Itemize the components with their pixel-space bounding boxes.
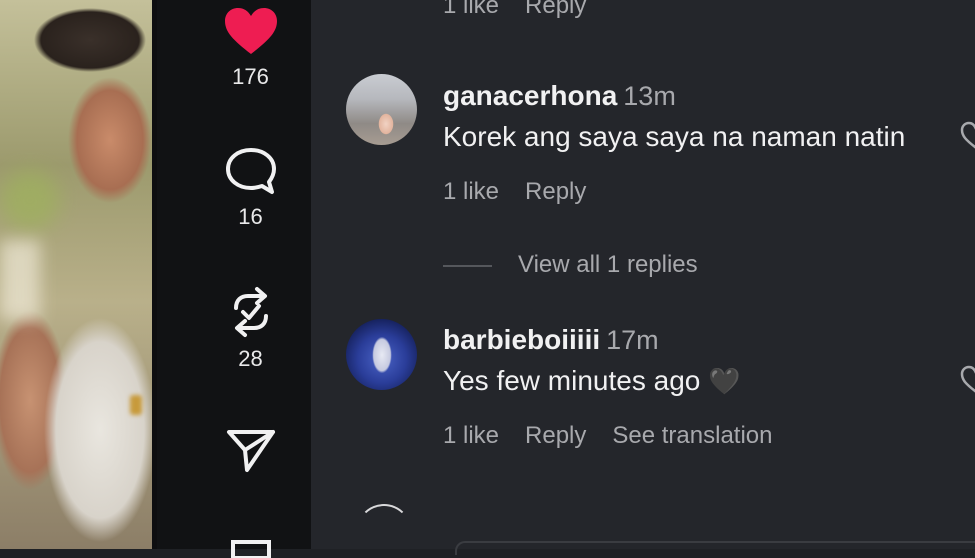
reply-button[interactable]: Reply [525,422,586,449]
repost-icon[interactable] [226,286,276,338]
comment-username[interactable]: ganacerhona 13m [443,80,676,112]
action-rail: 176 16 28 [157,0,311,558]
divider-line [443,264,492,267]
comment-time: 13m [623,81,676,111]
comment-meta: 1 like Reply [443,0,612,20]
heart-outline-icon[interactable] [960,365,975,395]
comment-text: Korek ang saya saya na naman natin [443,121,906,152]
heart-icon[interactable] [223,6,279,56]
bookmark-icon[interactable] [229,538,273,558]
comment-meta: 1 like Reply [443,178,612,206]
comment-like-count[interactable]: 1 like [443,178,499,205]
reply-button[interactable]: Reply [525,0,586,19]
comment-text: Yes few minutes ago 🖤 [443,365,741,397]
comment-like-count[interactable]: 1 like [443,422,499,449]
reply-button[interactable]: Reply [525,178,586,205]
heart-outline-icon[interactable] [960,121,975,151]
comment-input-bar[interactable] [455,541,975,555]
comment-time: 17m [606,325,659,355]
share-icon[interactable] [225,426,277,474]
video-background-blur [0,170,60,230]
video-background-blur [0,240,40,320]
avatar[interactable] [346,319,417,390]
comment-username[interactable]: barbieboiiiii 17m [443,324,659,356]
comment-icon[interactable] [224,146,278,196]
avatar[interactable] [357,504,411,556]
username-text[interactable]: ganacerhona [443,80,617,111]
view-replies-label[interactable]: View all 1 replies [518,251,698,278]
avatar[interactable] [346,74,417,145]
comment-like-count[interactable]: 1 like [443,0,499,19]
comment-text-content: Yes few minutes ago [443,365,701,396]
see-translation-button[interactable]: See translation [612,422,772,449]
video-detail [130,395,142,415]
username-text[interactable]: barbieboiiiii [443,324,600,355]
video-preview[interactable] [0,0,157,549]
black-heart-emoji: 🖤 [708,366,741,396]
view-replies-button[interactable]: View all 1 replies [443,251,698,279]
comment-meta: 1 like Reply See translation [443,422,799,450]
